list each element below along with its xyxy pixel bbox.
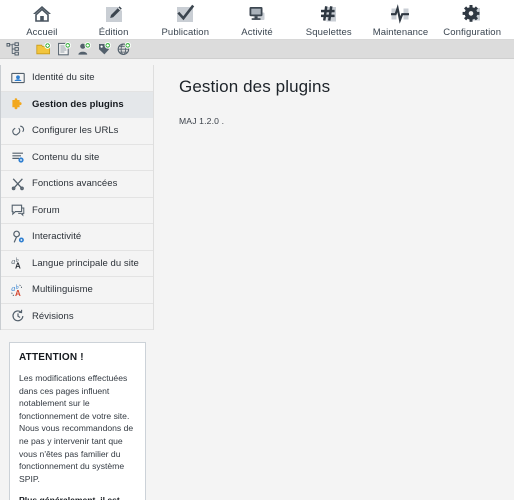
sidebar-item-identite-du-site[interactable]: Identité du site bbox=[1, 65, 153, 92]
quick-actions-toolbar bbox=[0, 40, 514, 59]
sitemap-icon[interactable] bbox=[4, 41, 21, 57]
sidebar-item-langue-principale-du-site[interactable]: a b A Langue principale du site bbox=[1, 251, 153, 277]
sidebar-item-contenu-du-site[interactable]: Contenu du site bbox=[1, 145, 153, 171]
nav-label-maintenance: Maintenance bbox=[372, 27, 429, 38]
sidebar-item-revisions[interactable]: Révisions bbox=[1, 304, 153, 330]
multilingual-icon: a b A bbox=[10, 282, 25, 297]
new-site-icon[interactable] bbox=[115, 41, 132, 57]
sidebar-item-gestion-des-plugins[interactable]: Gestion des plugins bbox=[1, 91, 153, 118]
attention-paragraph-2: Plus généralement, il est fortement cons… bbox=[19, 494, 136, 500]
new-folder-icon[interactable] bbox=[35, 41, 52, 57]
nav-item-squelettes[interactable]: Squelettes bbox=[293, 3, 365, 38]
new-author-icon[interactable] bbox=[75, 41, 92, 57]
svg-text:A: A bbox=[15, 262, 21, 270]
nav-item-configuration[interactable]: Configuration bbox=[436, 3, 508, 38]
sidebar-label-gestion-des-plugins: Gestion des plugins bbox=[32, 98, 124, 110]
sidebar-label-forum: Forum bbox=[32, 204, 60, 216]
sidebar-item-forum[interactable]: Forum bbox=[1, 198, 153, 224]
nav-item-activite[interactable]: Activité bbox=[221, 3, 293, 38]
svg-text:A: A bbox=[15, 289, 21, 297]
nav-label-publication: Publication bbox=[161, 27, 210, 38]
forum-icon bbox=[10, 203, 25, 218]
home-icon bbox=[31, 4, 53, 24]
link-icon bbox=[10, 123, 25, 138]
nav-label-configuration: Configuration bbox=[443, 27, 502, 38]
sidebar-label-multilinguisme: Multilinguisme bbox=[32, 284, 93, 296]
sidebar-item-interactivite[interactable]: Interactivité bbox=[1, 224, 153, 251]
check-square-icon bbox=[175, 4, 195, 24]
puzzle-icon bbox=[10, 97, 25, 112]
nav-item-accueil[interactable]: Accueil bbox=[6, 3, 78, 38]
configuration-menu: Identité du site Gestion des plugins Con… bbox=[0, 65, 154, 330]
sidebar-item-configurer-les-urls[interactable]: Configurer les URLs bbox=[1, 118, 153, 145]
attention-heading: ATTENTION ! bbox=[19, 352, 84, 363]
sidebar-item-multilinguisme[interactable]: a b A Multilinguisme bbox=[1, 277, 153, 304]
language-icon: a b A bbox=[10, 256, 25, 271]
site-identity-icon bbox=[10, 70, 25, 85]
new-keyword-icon[interactable] bbox=[95, 41, 112, 57]
nav-item-maintenance[interactable]: Maintenance bbox=[365, 3, 437, 38]
sidebar-label-contenu-du-site: Contenu du site bbox=[32, 151, 100, 163]
tools-icon bbox=[10, 176, 25, 191]
monitor-icon bbox=[247, 4, 268, 24]
hash-page-icon bbox=[319, 4, 339, 24]
attention-paragraph-1: Les modifications effectuées dans ces pa… bbox=[19, 373, 134, 484]
page-title: Gestion des plugins bbox=[179, 77, 331, 96]
sidebar-label-revisions: Révisions bbox=[32, 310, 74, 322]
content-list-icon bbox=[10, 150, 25, 165]
page-body: Identité du site Gestion des plugins Con… bbox=[0, 59, 514, 500]
sidebar-item-fonctions-avancees[interactable]: Fonctions avancées bbox=[1, 171, 153, 198]
history-clock-icon bbox=[10, 309, 25, 324]
attention-notice: ATTENTION ! Les modifications effectuées… bbox=[9, 342, 146, 500]
user-cog-icon bbox=[10, 229, 25, 244]
nav-label-edition: Édition bbox=[98, 27, 129, 38]
nav-label-squelettes: Squelettes bbox=[305, 27, 352, 38]
gear-icon bbox=[462, 4, 482, 24]
pencil-square-icon bbox=[104, 4, 124, 24]
plugin-version-line: MAJ 1.2.0 . bbox=[179, 116, 225, 126]
sidebar-label-configurer-les-urls: Configurer les URLs bbox=[32, 125, 119, 137]
top-navigation-bar: Accueil Édition Publication Activité Squ… bbox=[0, 0, 514, 40]
sidebar-label-langue-principale-du-site: Langue principale du site bbox=[32, 257, 139, 269]
nav-item-publication[interactable]: Publication bbox=[149, 3, 221, 38]
nav-label-activite: Activité bbox=[241, 27, 273, 38]
main-content: Gestion des plugins MAJ 1.2.0 . bbox=[154, 59, 514, 499]
pulse-icon bbox=[389, 4, 411, 24]
new-article-icon[interactable] bbox=[55, 41, 72, 57]
sidebar: Identité du site Gestion des plugins Con… bbox=[0, 59, 154, 500]
sidebar-label-fonctions-avancees: Fonctions avancées bbox=[32, 178, 118, 190]
sidebar-label-interactivite: Interactivité bbox=[32, 231, 82, 243]
nav-item-edition[interactable]: Édition bbox=[78, 3, 150, 38]
nav-label-accueil: Accueil bbox=[26, 27, 58, 38]
sidebar-label-identite-du-site: Identité du site bbox=[32, 72, 95, 84]
